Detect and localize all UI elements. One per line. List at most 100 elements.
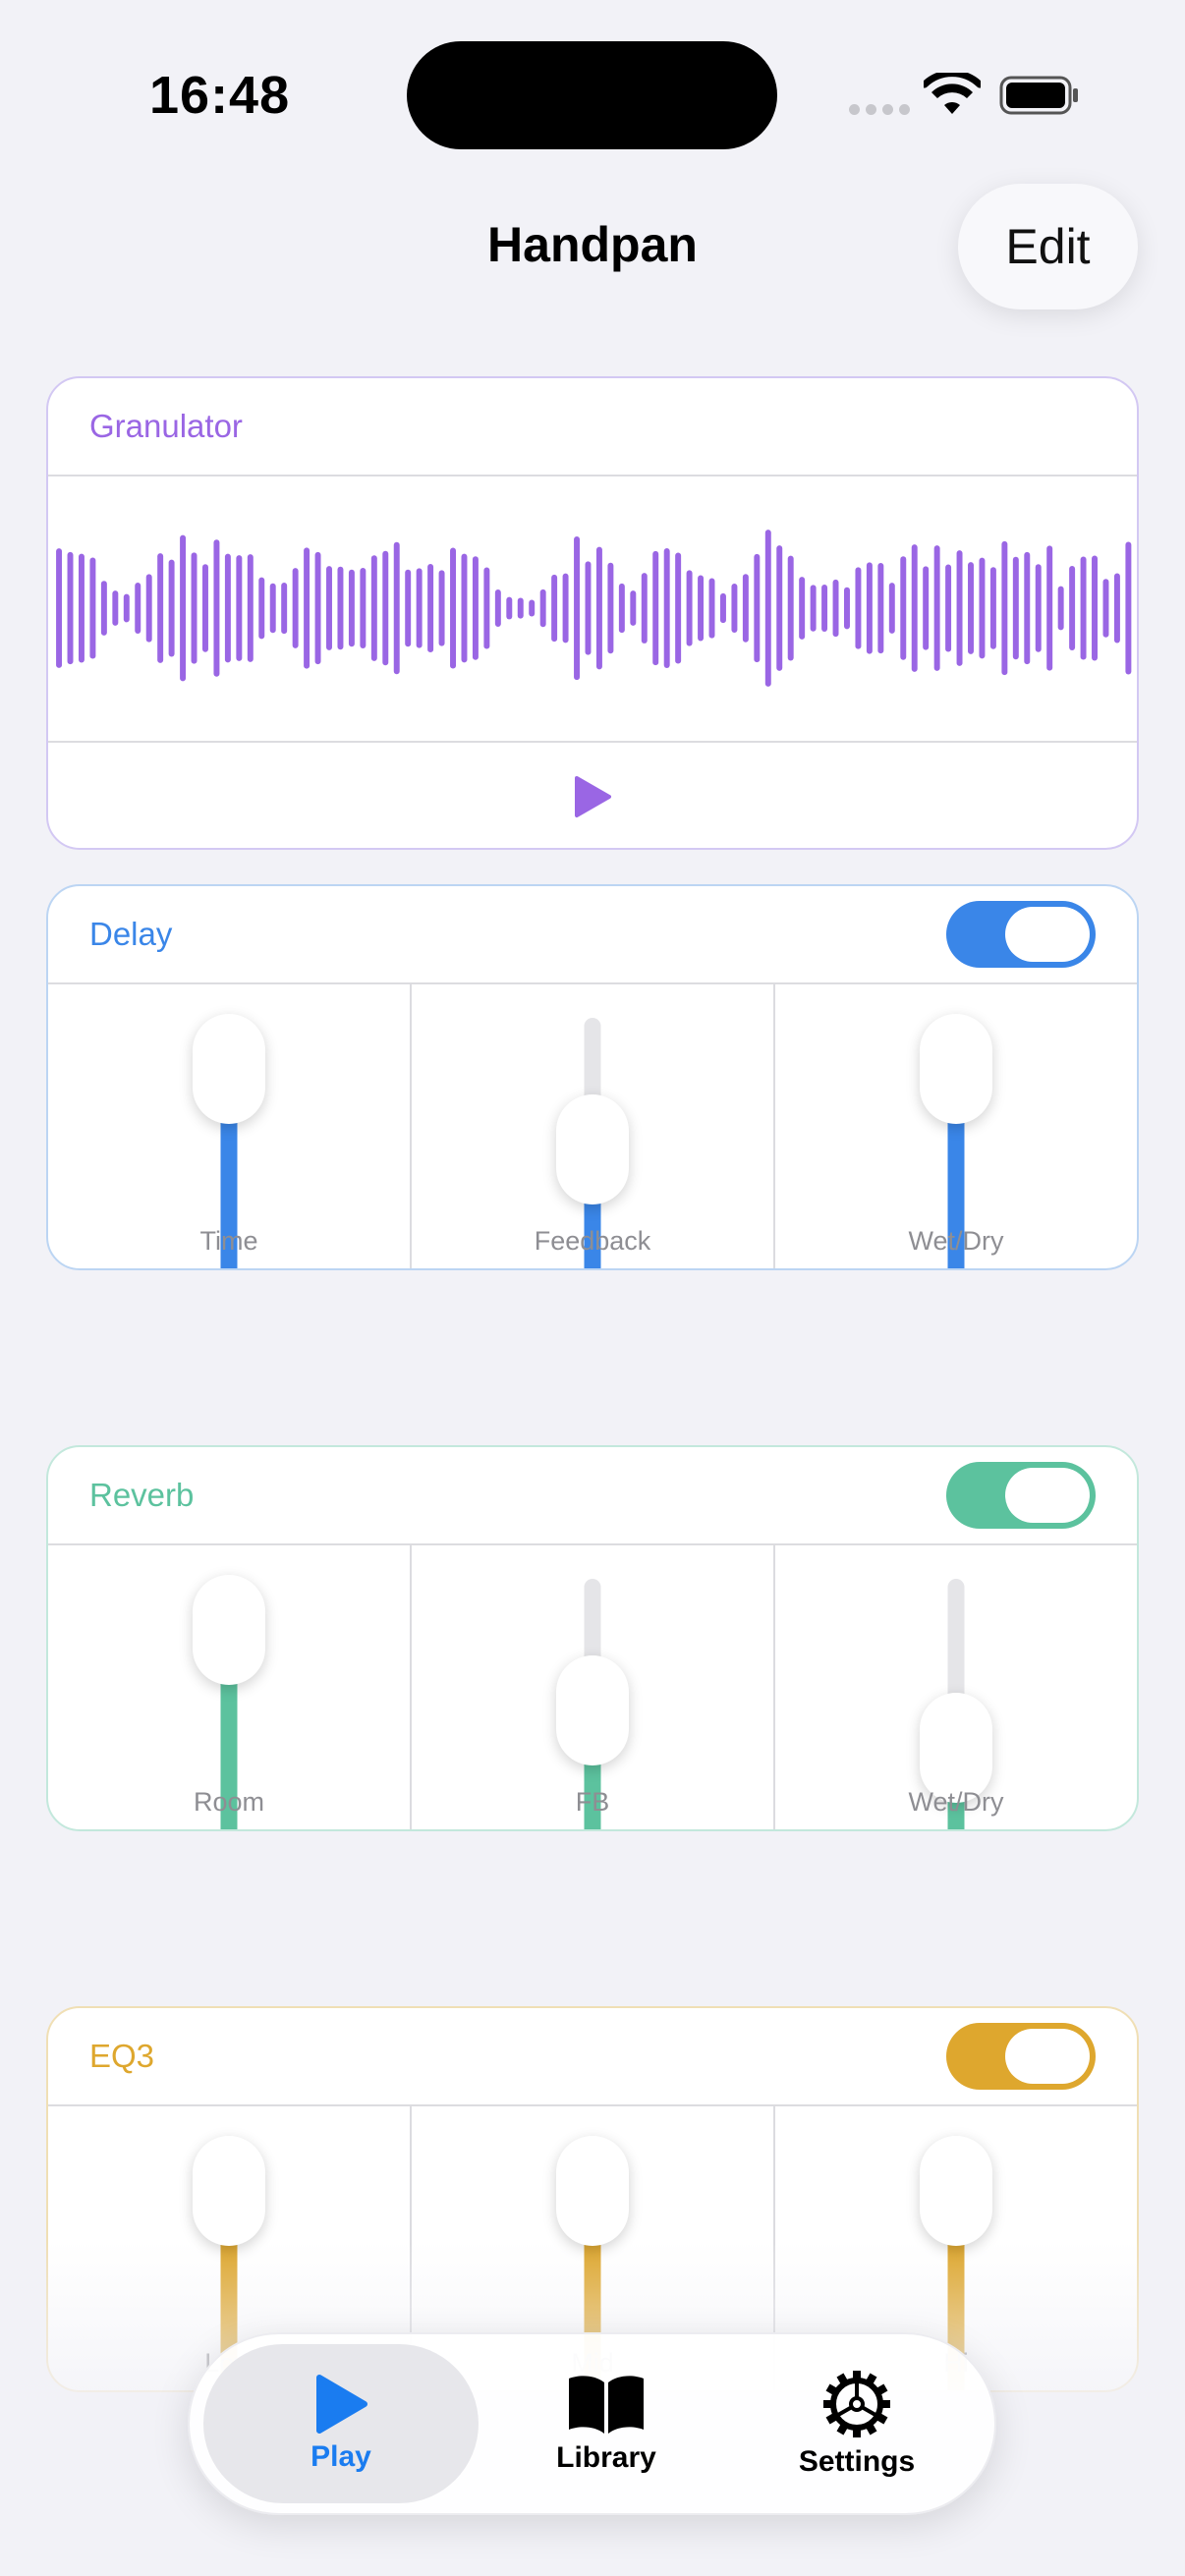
wifi-icon [924, 73, 981, 114]
waveform-bar [180, 534, 187, 682]
slider-thumb[interactable] [193, 2136, 265, 2246]
waveform-bar [956, 550, 963, 666]
waveform-bar [877, 562, 884, 654]
waveform-bar [776, 545, 783, 671]
reverb-toggle[interactable] [946, 1462, 1096, 1529]
toggle-knob [1005, 2029, 1090, 2084]
tab-settings[interactable]: Settings [734, 2344, 980, 2503]
waveform-bar [618, 583, 625, 634]
slider-thumb[interactable] [193, 1014, 265, 1124]
waveform-bar [67, 551, 74, 665]
waveform-bar [517, 597, 524, 619]
waveform-bar [787, 555, 794, 661]
waveform-bar [304, 547, 310, 669]
slider-label: Room [193, 1787, 265, 1817]
waveform-bar [844, 587, 850, 630]
slider-label: Wet/Dry [908, 1787, 1004, 1817]
delay-slider-1[interactable]: Feedback [412, 984, 775, 1268]
waveform-bar [1069, 565, 1076, 651]
waveform-bar [360, 568, 367, 648]
waveform-bar [821, 585, 828, 632]
waveform-bar [405, 569, 412, 647]
edit-button[interactable]: Edit [958, 184, 1138, 309]
eq3-toggle[interactable] [946, 2023, 1096, 2090]
waveform-bar [708, 578, 715, 639]
reverb-slider-0[interactable]: Room [48, 1545, 412, 1829]
waveform-bar [416, 568, 423, 648]
waveform-bar [145, 574, 152, 643]
waveform-bar [89, 557, 96, 659]
waveform-bar [393, 541, 400, 675]
waveform-bar [1102, 579, 1109, 638]
status-time: 16:48 [149, 66, 291, 125]
slider-thumb[interactable] [556, 2136, 629, 2246]
waveform-bar [483, 567, 490, 649]
waveform-bar [247, 554, 254, 662]
slider-label: Wet/Dry [908, 1226, 1004, 1256]
slider-thumb[interactable] [920, 1014, 992, 1124]
granulator-card: Granulator [46, 376, 1139, 850]
waveform-bar [945, 564, 952, 652]
granulator-waveform[interactable] [48, 477, 1137, 743]
toggle-knob [1005, 907, 1090, 962]
slider-label: Time [199, 1226, 258, 1256]
waveform-bar [663, 548, 670, 669]
slider-label: Feedback [534, 1226, 651, 1256]
tab-library-label: Library [556, 2441, 656, 2474]
waveform-bar [810, 585, 817, 632]
waveform-bar [450, 547, 456, 669]
waveform-bar [56, 548, 63, 668]
waveform-bar [1125, 541, 1132, 675]
waveform-bar [236, 555, 243, 661]
waveform-bar [292, 568, 299, 648]
slider-thumb[interactable] [920, 2136, 992, 2246]
slider-thumb[interactable] [193, 1575, 265, 1685]
granulator-header: Granulator [48, 378, 1137, 476]
waveform-bar [888, 583, 895, 634]
waveform-bar [1001, 540, 1008, 676]
reverb-slider-2[interactable]: Wet/Dry [775, 1545, 1137, 1829]
waveform-bar [281, 582, 288, 635]
slider-thumb[interactable] [556, 1094, 629, 1205]
waveform-bar [438, 570, 445, 646]
waveform-bar [1113, 573, 1120, 644]
waveform-bar [989, 567, 996, 649]
waveform-bar [933, 545, 940, 671]
waveform-bar [900, 556, 907, 660]
tab-library[interactable]: Library [484, 2344, 728, 2503]
waveform-bar [719, 592, 726, 624]
waveform-bar [427, 563, 434, 653]
waveform-bar [78, 553, 85, 663]
play-icon [316, 2375, 367, 2434]
waveform-bar [968, 562, 974, 654]
waveform-bar [168, 559, 175, 657]
tab-play[interactable]: Play [203, 2344, 479, 2503]
delay-slider-2[interactable]: Wet/Dry [775, 984, 1137, 1268]
waveform-bar [529, 599, 536, 617]
waveform-bar [1046, 545, 1053, 671]
waveform-bar [923, 566, 930, 650]
book-icon [569, 2376, 644, 2434]
reverb-slider-1[interactable]: FB [412, 1545, 775, 1829]
waveform-bar [652, 550, 659, 666]
delay-toggle[interactable] [946, 901, 1096, 968]
waveform-bar [314, 551, 321, 665]
eq3-header: EQ3 [48, 2008, 1137, 2106]
reverb-label: Reverb [89, 1477, 195, 1513]
eq3-label: EQ3 [89, 2038, 155, 2074]
waveform-bar [258, 577, 265, 640]
battery-icon [999, 76, 1078, 115]
waveform-bar [1092, 555, 1098, 661]
toggle-knob [1005, 1468, 1090, 1523]
slider-thumb[interactable] [556, 1655, 629, 1766]
delay-slider-0[interactable]: Time [48, 984, 412, 1268]
waveform-bar [754, 553, 761, 663]
waveform-bar [224, 553, 231, 663]
waveform-bar [675, 552, 682, 664]
waveform-bar [799, 577, 806, 640]
tab-bar: Play Library Settings [188, 2332, 996, 2515]
waveform-bar [370, 555, 377, 661]
waveform-bar [135, 583, 141, 635]
granulator-play-button[interactable] [48, 744, 1137, 848]
reverb-sliders: Room FB Wet/Dry [48, 1545, 1137, 1829]
